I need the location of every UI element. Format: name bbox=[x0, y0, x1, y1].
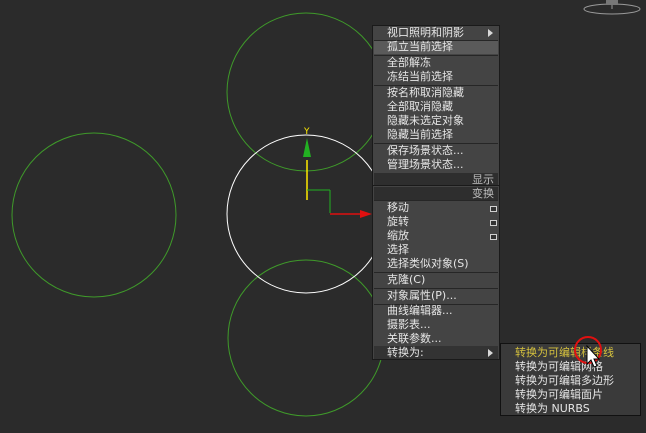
y-axis-label: Y bbox=[303, 127, 310, 137]
x-axis-arrow[interactable] bbox=[360, 210, 372, 218]
menu-item-dope-sheet[interactable]: 摄影表... bbox=[387, 318, 431, 332]
menu-item-freeze-selection[interactable]: 冻结当前选择 bbox=[387, 70, 453, 84]
menu-item-select-similar[interactable]: 选择类似对象(S) bbox=[387, 257, 469, 271]
quad-header-transform-label: 变换 bbox=[472, 187, 494, 200]
menu-item-isolate-selection[interactable]: 孤立当前选择 bbox=[387, 40, 453, 54]
menu-item-manage-scene-states[interactable]: 管理场景状态... bbox=[387, 158, 464, 172]
menu-item-unfreeze-all[interactable]: 全部解冻 bbox=[387, 56, 431, 70]
triangle-right-icon bbox=[488, 349, 493, 357]
menu-item-unhide-all[interactable]: 全部取消隐藏 bbox=[387, 100, 453, 114]
menu-item-scale[interactable]: 缩放 bbox=[387, 229, 409, 243]
menu-item-rotate[interactable]: 旋转 bbox=[387, 215, 409, 229]
move-gizmo[interactable]: Y bbox=[303, 127, 372, 218]
move-options-icon[interactable] bbox=[490, 206, 497, 212]
menu-item-curve-editor[interactable]: 曲线编辑器... bbox=[387, 304, 453, 318]
scale-options-icon[interactable] bbox=[490, 234, 497, 240]
grid-helper-object[interactable] bbox=[583, 0, 641, 15]
menu-item-object-properties[interactable]: 对象属性(P)... bbox=[387, 289, 457, 303]
menu-item-convert-to[interactable]: 转换为: bbox=[387, 346, 424, 360]
menu-item-hide-unselected[interactable]: 隐藏未选定对象 bbox=[387, 114, 464, 128]
menu-item-hide-selection[interactable]: 隐藏当前选择 bbox=[387, 128, 453, 142]
submenu-item-editable-poly[interactable]: 转换为可编辑多边形 bbox=[515, 374, 614, 388]
quad-menu-transform: 变换 移动 旋转 缩放 选择 选择类似对象(S) 克隆(C) 对象属性(P)..… bbox=[372, 185, 500, 360]
menu-item-wire-parameters[interactable]: 关联参数... bbox=[387, 332, 442, 346]
menu-item-move[interactable]: 移动 bbox=[387, 201, 409, 215]
submenu-item-nurbs[interactable]: 转换为 NURBS bbox=[515, 402, 590, 416]
menu-item-select[interactable]: 选择 bbox=[387, 243, 409, 257]
quad-header-transform: 变换 bbox=[374, 187, 498, 200]
y-axis-arrow[interactable] bbox=[303, 138, 311, 157]
cursor-highlight bbox=[574, 336, 602, 368]
menu-item-viewport-lighting[interactable]: 视口照明和阴影 bbox=[387, 26, 464, 40]
menu-item-unhide-by-name[interactable]: 按名称取消隐藏 bbox=[387, 86, 464, 100]
triangle-right-icon bbox=[488, 29, 493, 37]
quad-menu-display: 视口照明和阴影 孤立当前选择 全部解冻 冻结当前选择 按名称取消隐藏 全部取消隐… bbox=[372, 25, 500, 186]
circle-shape-left[interactable] bbox=[11, 132, 177, 298]
rotate-options-icon[interactable] bbox=[490, 220, 497, 226]
menu-item-clone[interactable]: 克隆(C) bbox=[387, 273, 425, 287]
submenu-item-editable-patch[interactable]: 转换为可编辑面片 bbox=[515, 388, 603, 402]
menu-item-save-scene-state[interactable]: 保存场景状态... bbox=[387, 144, 464, 158]
circle-shape-bottom[interactable] bbox=[227, 259, 385, 417]
